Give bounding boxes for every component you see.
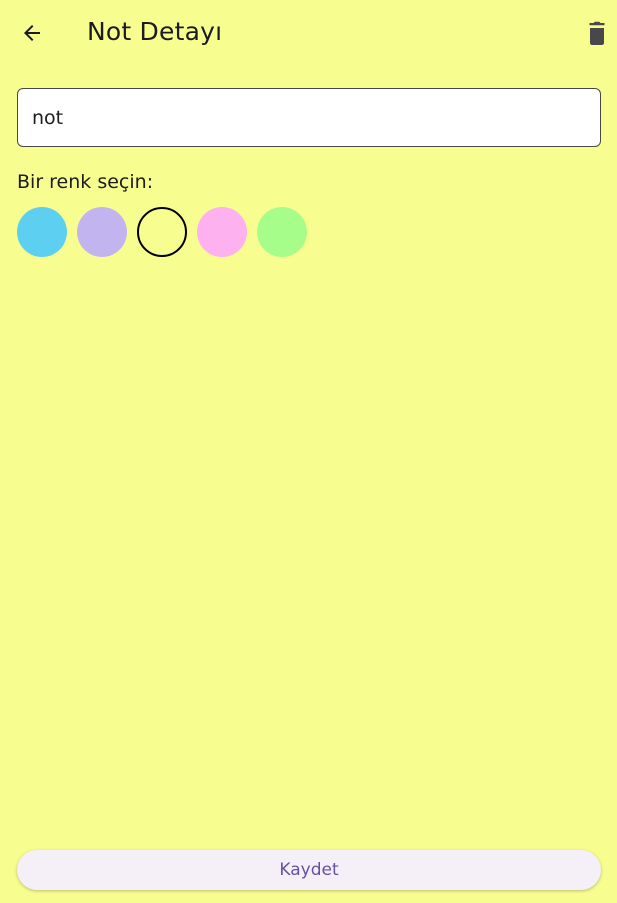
arrow-left-icon: [24, 25, 40, 41]
color-swatch-pink[interactable]: [197, 207, 247, 257]
back-button[interactable]: [16, 17, 48, 49]
trash-icon: [589, 21, 605, 45]
note-input[interactable]: [18, 89, 600, 146]
save-button[interactable]: Kaydet: [17, 850, 601, 890]
color-swatch-green[interactable]: [257, 207, 307, 257]
delete-button[interactable]: [583, 18, 611, 48]
color-swatch-blue[interactable]: [17, 207, 67, 257]
note-input-field[interactable]: [17, 88, 601, 147]
color-swatches: [17, 207, 307, 257]
app-bar: Not Detayı: [0, 0, 617, 66]
color-swatch-yellow[interactable]: [137, 207, 187, 257]
color-swatch-lavender[interactable]: [77, 207, 127, 257]
page-title: Not Detayı: [87, 17, 223, 46]
color-picker-label: Bir renk seçin:: [17, 171, 154, 193]
